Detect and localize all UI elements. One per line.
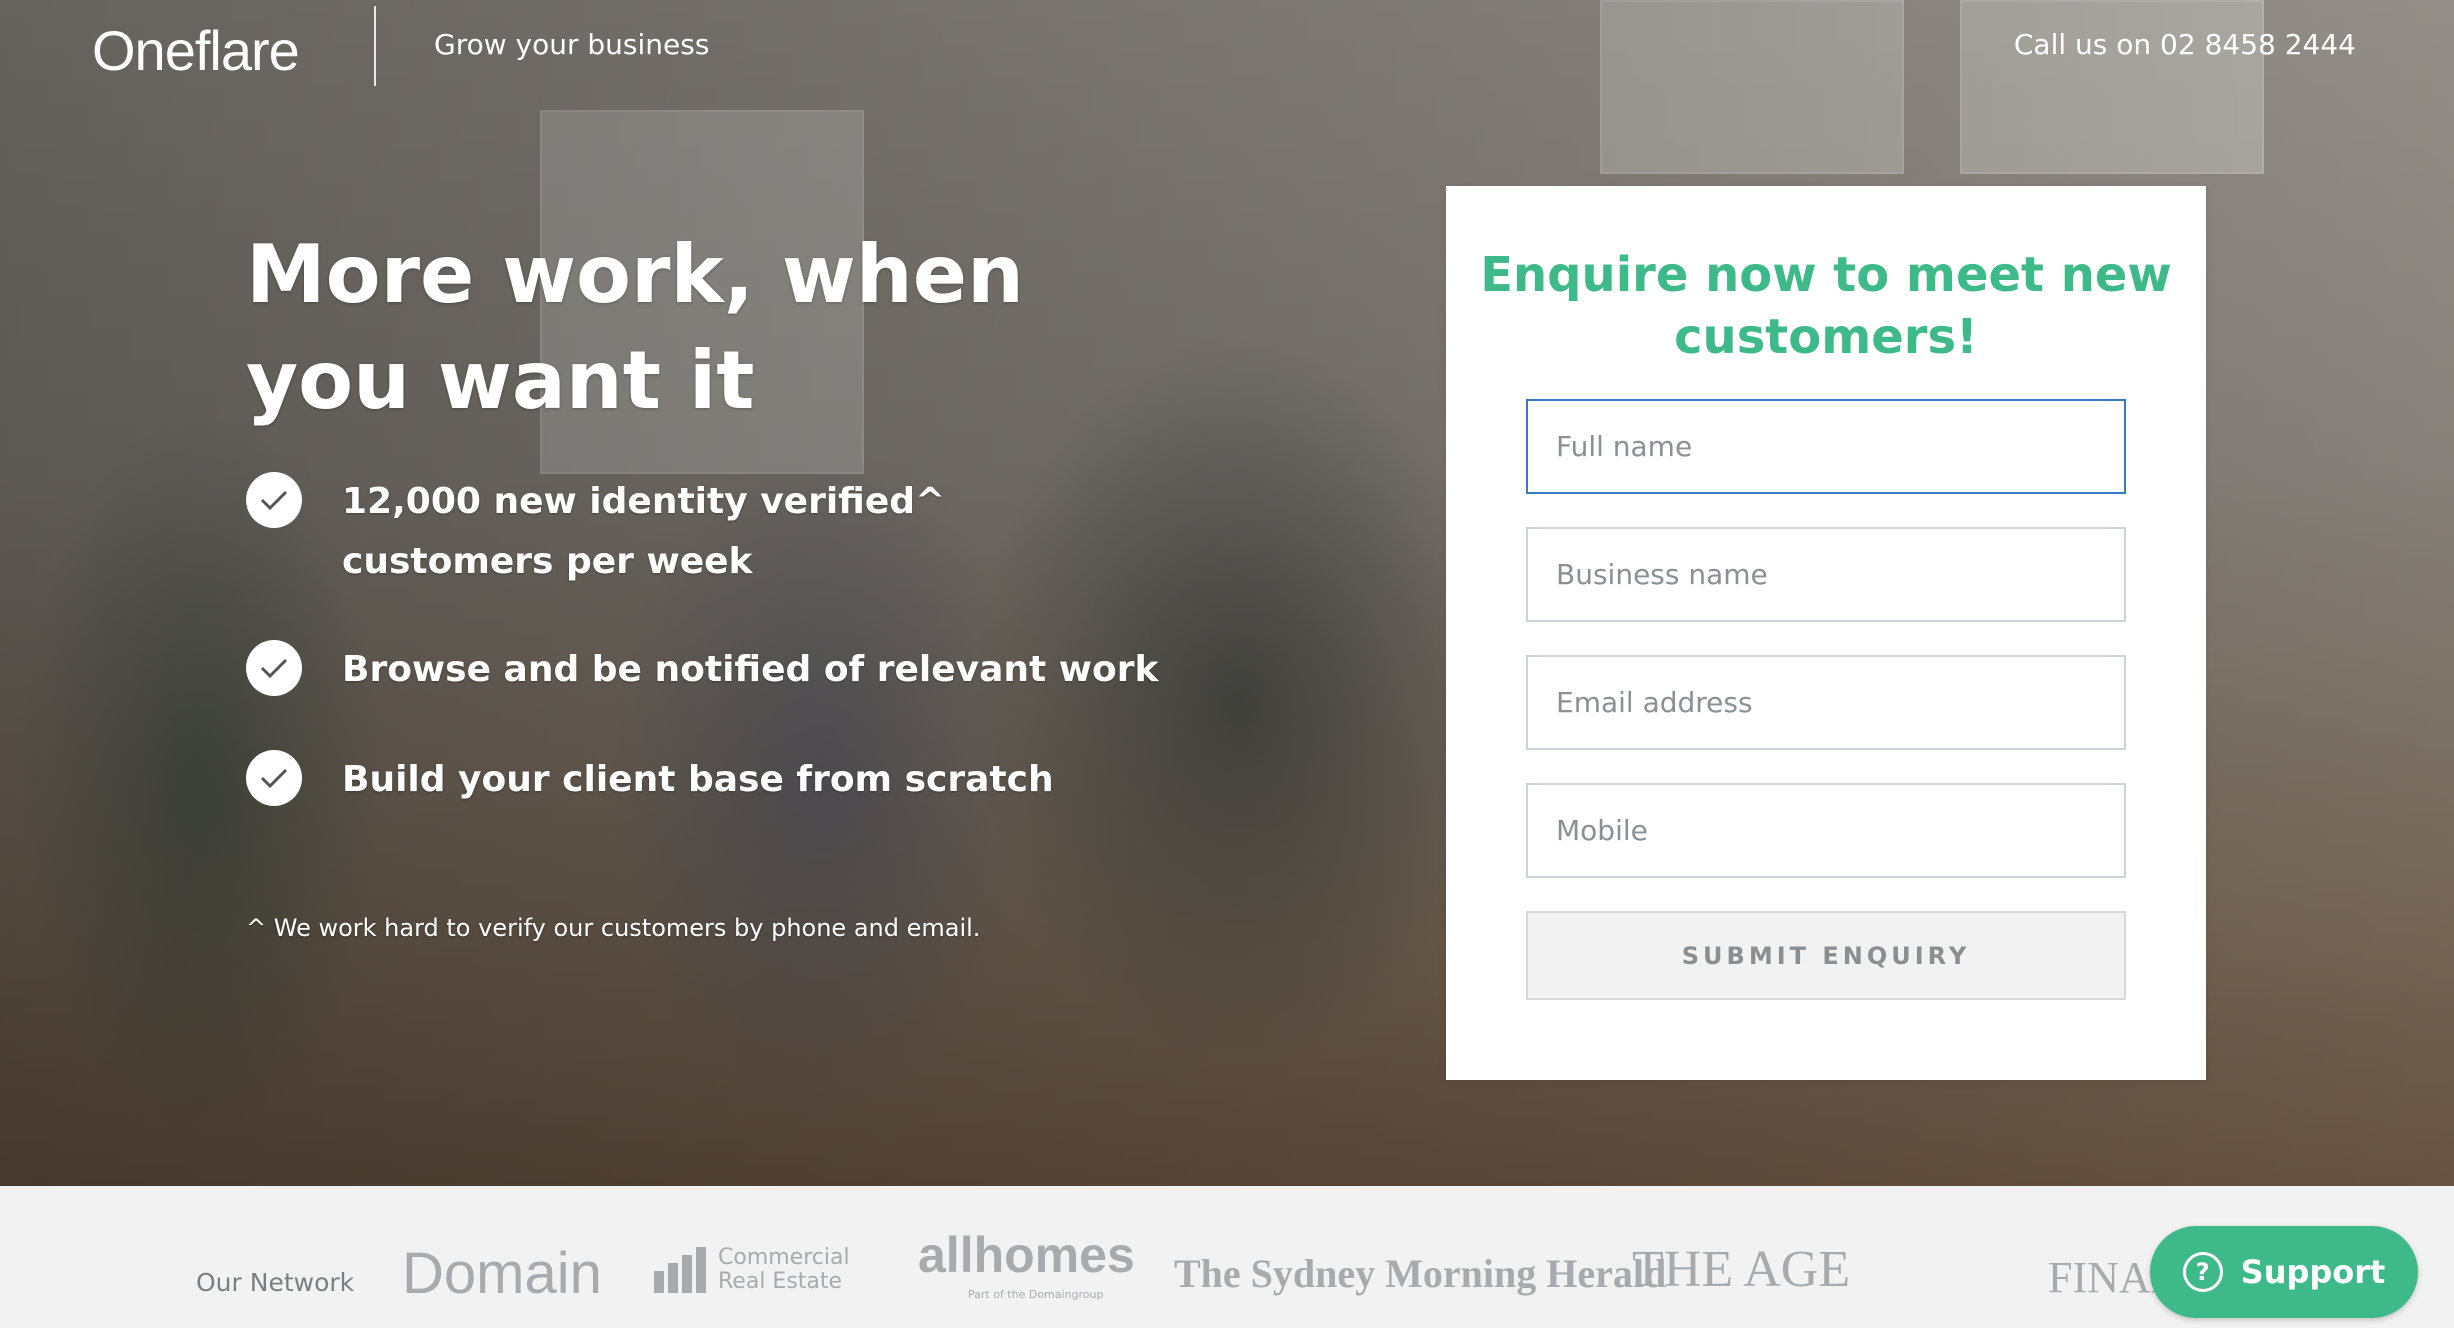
- header-tagline: Grow your business: [434, 28, 710, 61]
- network-label: Our Network: [196, 1268, 355, 1297]
- submit-enquiry-button[interactable]: SUBMIT ENQUIRY: [1526, 911, 2126, 1000]
- verification-footnote: ^ We work hard to verify our customers b…: [246, 914, 981, 942]
- commercial-real-estate-logo[interactable]: Commercial Real Estate: [654, 1246, 850, 1294]
- oneflare-logo[interactable]: Oneflare: [92, 18, 300, 83]
- support-label: Support: [2240, 1253, 2386, 1291]
- check-icon: [246, 640, 302, 696]
- cre-line-2: Real Estate: [718, 1269, 843, 1294]
- network-bar: Our Network Domain Commercial Real Estat…: [0, 1186, 2454, 1328]
- question-circle-icon: ?: [2182, 1252, 2223, 1292]
- benefit-item: Browse and be notified of relevant work: [246, 640, 1159, 700]
- benefit-text: Browse and be notified of relevant work: [342, 649, 1159, 690]
- check-icon: [246, 750, 302, 806]
- mobile-input[interactable]: [1526, 783, 2126, 878]
- header-divider: [374, 6, 376, 86]
- email-address-input[interactable]: [1526, 655, 2126, 750]
- support-button[interactable]: ? Support: [2150, 1226, 2418, 1318]
- full-name-input[interactable]: [1526, 399, 2126, 494]
- business-name-input[interactable]: [1526, 527, 2126, 622]
- financial-review-logo[interactable]: FINANC: [2048, 1252, 2158, 1303]
- allhomes-sublabel: Part of the Domaingroup: [968, 1288, 1104, 1301]
- hero-headline: More work, when you want it: [246, 228, 1024, 427]
- form-title: Enquire now to meet new customers!: [1480, 247, 2172, 365]
- enquiry-form-card: Enquire now to meet new customers! SUBMI…: [1446, 186, 2206, 1080]
- smh-logo[interactable]: The Sydney Morning Herald: [1174, 1250, 1666, 1297]
- domain-logo[interactable]: Domain: [402, 1240, 602, 1307]
- building-bars-icon: [654, 1247, 706, 1293]
- allhomes-logo[interactable]: allhomes: [918, 1226, 1135, 1284]
- benefit-text: Build your client base from scratch: [342, 759, 1054, 800]
- benefit-text: 12,000 new identity verified^ customers …: [342, 481, 946, 582]
- check-icon: [246, 472, 302, 528]
- cre-logo-text: Commercial Real Estate: [718, 1246, 850, 1294]
- benefit-item: Build your client base from scratch: [246, 750, 1054, 810]
- benefit-item: 12,000 new identity verified^ customers …: [246, 472, 1162, 592]
- header-phone[interactable]: Call us on 02 8458 2444: [2014, 28, 2356, 61]
- the-age-logo[interactable]: THE AGE: [1632, 1240, 1850, 1299]
- cre-line-1: Commercial: [718, 1245, 850, 1270]
